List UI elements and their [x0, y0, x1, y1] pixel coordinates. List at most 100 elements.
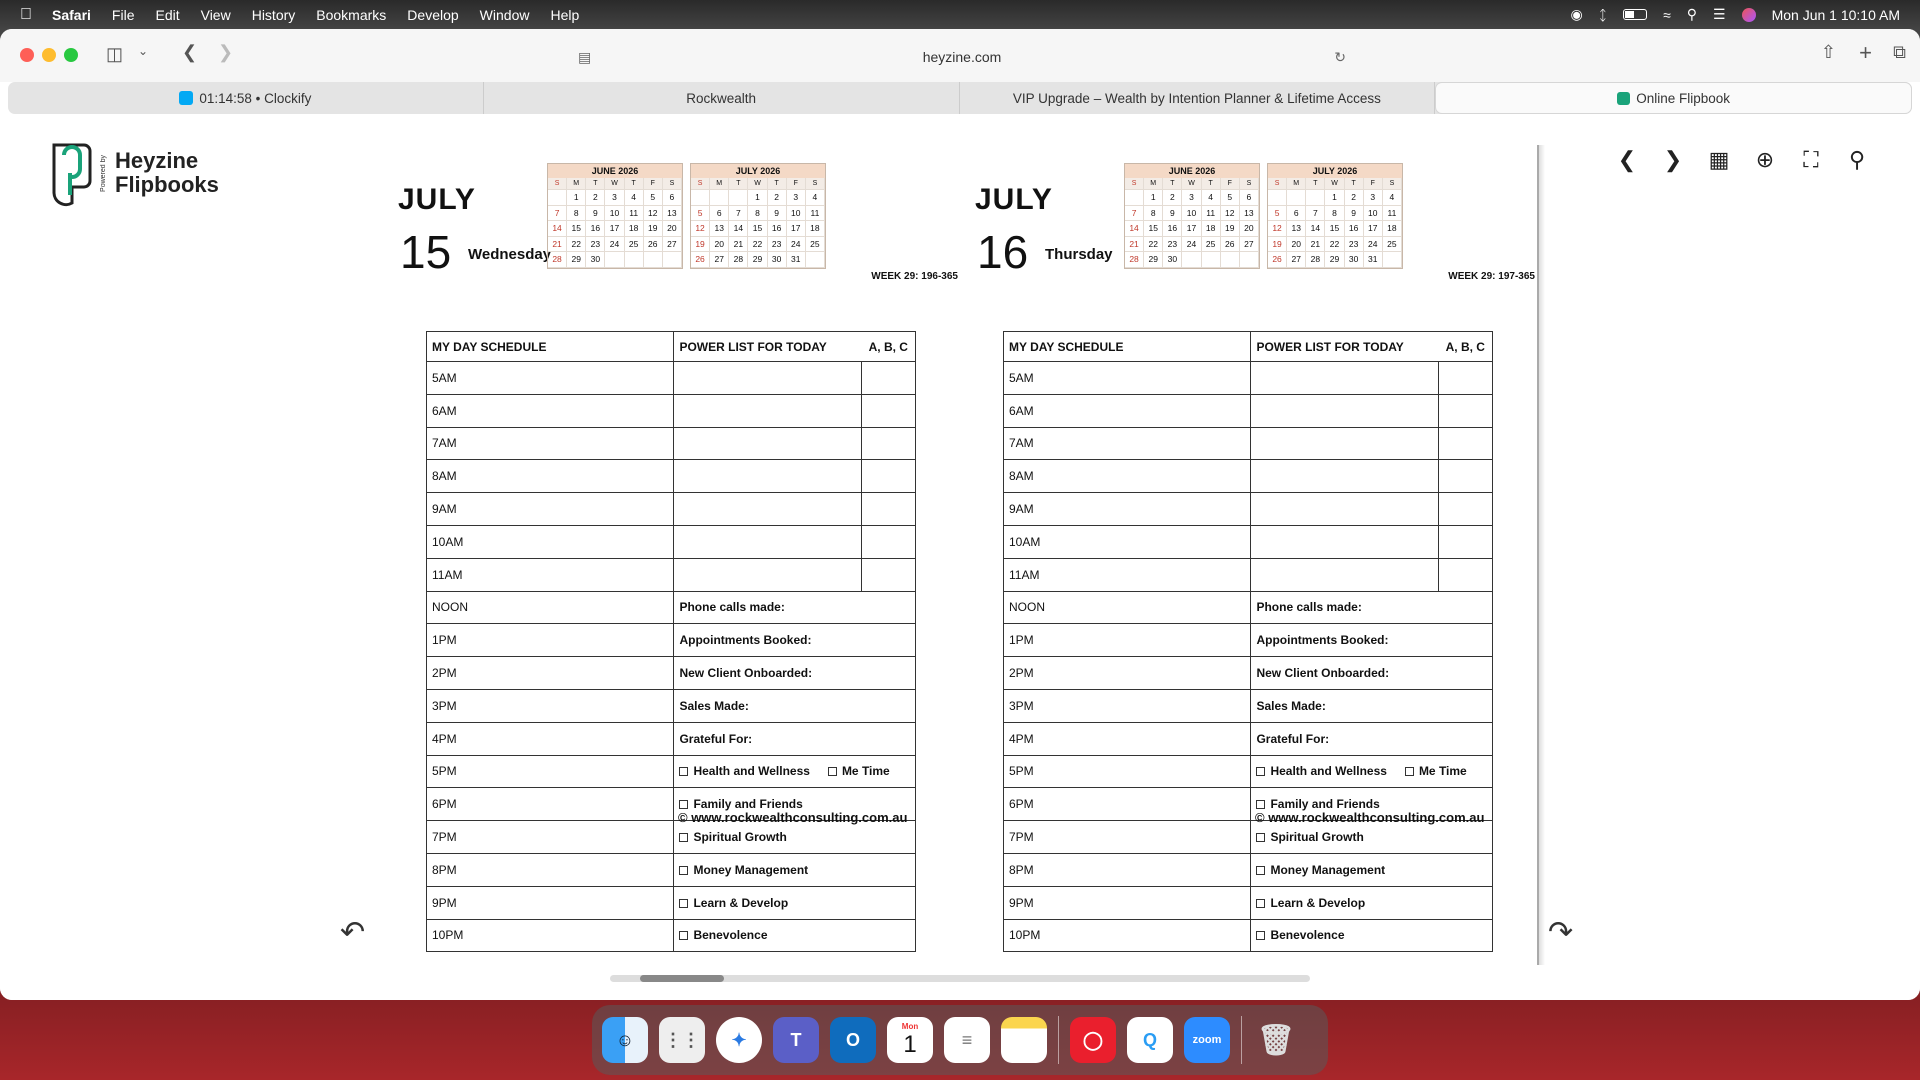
time-slot[interactable]: 7AM [1002, 426, 1252, 461]
checkbox[interactable] [679, 800, 689, 810]
bluetooth-icon[interactable]: ᛨ [1599, 7, 1607, 23]
power-list-cell[interactable] [1250, 459, 1440, 494]
time-slot[interactable]: 8AM [1002, 459, 1252, 494]
checkbox[interactable] [679, 865, 689, 875]
power-list-cell[interactable] [673, 393, 863, 428]
priority-cell[interactable] [861, 459, 916, 494]
priority-cell[interactable] [1438, 426, 1493, 461]
menubar-clock[interactable]: Mon Jun 1 10:10 AM [1772, 7, 1900, 23]
priority-cell[interactable] [1438, 393, 1493, 428]
power-list-cell[interactable] [673, 524, 863, 559]
search-icon[interactable]: ⚲ [1844, 147, 1870, 173]
priority-cell[interactable] [861, 492, 916, 526]
checkbox[interactable] [679, 767, 689, 777]
time-slot[interactable]: NOON [1002, 590, 1252, 625]
time-slot[interactable]: 7PM [1002, 820, 1252, 854]
control-center-icon[interactable]: ☰ [1713, 6, 1726, 23]
checkbox[interactable] [827, 767, 837, 777]
power-list-cell[interactable] [673, 492, 863, 526]
horizontal-scrollbar[interactable] [610, 975, 1310, 982]
tracker-label[interactable]: Grateful For: [1250, 721, 1493, 756]
priority-cell[interactable] [861, 393, 916, 428]
time-slot[interactable]: 6AM [1002, 393, 1252, 428]
tracker-label[interactable]: Sales Made: [1250, 688, 1493, 723]
priority-cell[interactable] [1438, 557, 1493, 592]
tracker-label[interactable]: New Client Onboarded: [673, 656, 916, 690]
record-icon[interactable]: ◉ [1570, 6, 1582, 23]
power-list-cell[interactable] [1250, 557, 1440, 592]
battery-icon[interactable] [1623, 9, 1648, 20]
menu-view[interactable]: View [201, 7, 231, 23]
tracker-label[interactable]: Appointments Booked: [1250, 623, 1493, 658]
planner-page-left[interactable]: JULY 15 Wednesday JUNE 2026 S M T W T F S 1 2 3 4 5 6 7 8 9… [398, 153, 958, 953]
scrollbar-thumb[interactable] [640, 975, 724, 982]
time-slot[interactable]: 10PM [1002, 918, 1252, 953]
power-list-cell[interactable] [673, 459, 863, 494]
tab-vip-upgrade[interactable]: VIP Upgrade – Wealth by Intention Planne… [960, 82, 1436, 114]
quicksilver-icon[interactable]: Q [1127, 1017, 1173, 1063]
time-slot[interactable]: 2PM [1002, 656, 1252, 690]
time-slot[interactable]: 10PM [425, 918, 675, 953]
finder-icon[interactable]: ☺ [602, 1017, 648, 1063]
time-slot[interactable]: 11AM [425, 557, 675, 592]
tab-overview-icon[interactable]: ⧉ [1893, 42, 1906, 63]
safari-icon[interactable]: ✦ [716, 1017, 762, 1063]
time-slot[interactable]: 7AM [425, 426, 675, 461]
checkbox[interactable] [1256, 898, 1266, 908]
priority-cell[interactable] [861, 426, 916, 461]
checkbox[interactable] [679, 931, 689, 941]
tracker-label[interactable]: Phone calls made: [1250, 590, 1493, 625]
close-window-button[interactable] [20, 48, 34, 62]
time-slot[interactable]: 6AM [425, 393, 675, 428]
zoom-window-button[interactable] [64, 48, 78, 62]
redo-page-arrow-icon[interactable]: ↷ [1548, 915, 1573, 950]
zoom-in-icon[interactable]: ⊕ [1752, 147, 1778, 173]
power-list-cell[interactable] [673, 557, 863, 592]
checkbox[interactable] [1256, 931, 1266, 941]
minimize-window-button[interactable] [42, 48, 56, 62]
menu-file[interactable]: File [112, 7, 135, 23]
tracker-label[interactable]: Sales Made: [673, 688, 916, 723]
previous-page-icon[interactable]: ❮ [1614, 147, 1640, 173]
power-list-cell[interactable] [1250, 524, 1440, 559]
tab-online-flipbook[interactable]: Online Flipbook [1435, 82, 1912, 114]
tab-rockwealth[interactable]: Rockwealth [484, 82, 960, 114]
time-slot[interactable]: NOON [425, 590, 675, 625]
outlook-icon[interactable]: O [830, 1017, 876, 1063]
priority-cell[interactable] [1438, 492, 1493, 526]
checkbox[interactable] [1256, 833, 1266, 843]
tracker-label[interactable]: Phone calls made: [673, 590, 916, 625]
reminders-icon[interactable]: ≡ [944, 1017, 990, 1063]
time-slot[interactable]: 1PM [425, 623, 675, 658]
url-text[interactable]: heyzine.com [923, 49, 1002, 65]
time-slot[interactable]: 5PM [1002, 754, 1252, 789]
priority-cell[interactable] [861, 524, 916, 559]
wifi-icon[interactable]: ≈ [1663, 7, 1671, 23]
time-slot[interactable]: 4PM [425, 721, 675, 756]
checkbox[interactable] [1256, 767, 1266, 777]
time-slot[interactable]: 2PM [425, 656, 675, 690]
time-slot[interactable]: 6PM [425, 787, 675, 822]
priority-cell[interactable] [1438, 524, 1493, 559]
menu-safari[interactable]: Safari [52, 7, 91, 23]
teams-icon[interactable]: T [773, 1017, 819, 1063]
share-icon[interactable]: ⇧ [1821, 42, 1836, 63]
priority-cell[interactable] [861, 557, 916, 592]
power-list-cell[interactable] [673, 361, 863, 395]
checkbox[interactable] [679, 833, 689, 843]
power-list-cell[interactable] [1250, 361, 1440, 395]
menu-develop[interactable]: Develop [407, 7, 458, 23]
time-slot[interactable]: 10AM [425, 524, 675, 559]
tracker-label[interactable]: Grateful For: [673, 721, 916, 756]
priority-cell[interactable] [1438, 459, 1493, 494]
priority-cell[interactable] [861, 361, 916, 395]
time-slot[interactable]: 5PM [425, 754, 675, 789]
time-slot[interactable]: 9AM [425, 492, 675, 526]
apple-menu-icon[interactable]:  [20, 6, 32, 24]
time-slot[interactable]: 3PM [425, 688, 675, 723]
calendar-icon[interactable]: Mon 1 [887, 1017, 933, 1063]
time-slot[interactable]: 8AM [425, 459, 675, 494]
power-list-cell[interactable] [1250, 492, 1440, 526]
checkbox[interactable] [1404, 767, 1414, 777]
heyzine-logo[interactable]: Powered by Heyzine Flipbooks [48, 139, 219, 207]
